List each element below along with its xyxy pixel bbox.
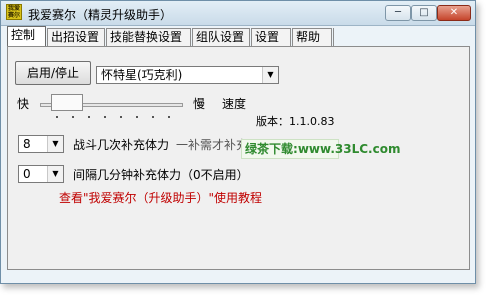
tab-control[interactable]: 控制: [7, 26, 46, 46]
slider-tick: [72, 116, 74, 118]
app-window: 我爱赛尔 我爱赛尔（精灵升级助手） ─ □ ✕ 控制 出招设置 技能替换设置 组…: [0, 0, 476, 284]
pet-select-value: 怀特星(巧克利): [101, 68, 183, 82]
slider-tick: [152, 116, 154, 118]
version-label: 版本：1.1.0.83: [256, 115, 335, 128]
slider-tick: [56, 116, 58, 118]
interval-refill-label: 间隔几分钟补充体力（0不启用）: [73, 168, 249, 182]
app-icon: 我爱赛尔: [6, 4, 22, 20]
tab-team-settings[interactable]: 组队设置: [192, 28, 250, 46]
tab-move-settings[interactable]: 出招设置: [47, 28, 105, 46]
minimize-button[interactable]: ─: [385, 5, 411, 21]
tab-settings[interactable]: 设置: [251, 28, 291, 46]
watermark-prefix: 绿茶下载: [245, 142, 294, 156]
tab-strip-end: [333, 28, 336, 46]
battle-refill-overlap-text: 一补需才补充: [176, 138, 249, 152]
battle-refill-select[interactable]: 8 ▼: [18, 135, 64, 153]
maximize-button[interactable]: □: [411, 5, 437, 21]
title-bar[interactable]: 我爱赛尔 我爱赛尔（精灵升级助手） ─ □ ✕: [1, 1, 475, 26]
watermark: 绿茶下载:www.33LC.com: [241, 139, 400, 159]
tab-skill-replace-settings[interactable]: 技能替换设置: [106, 28, 191, 46]
tutorial-link[interactable]: 查看"我爱赛尔（升级助手）"使用教程: [59, 189, 262, 206]
chevron-down-icon[interactable]: ▼: [47, 166, 63, 182]
speed-slow-label: 慢: [193, 97, 206, 111]
slider-tick: [168, 116, 170, 118]
interval-refill-value: 0: [23, 167, 31, 181]
tab-help[interactable]: 帮助: [292, 28, 332, 46]
battle-refill-label: 战斗几次补充体力: [73, 138, 170, 152]
speed-fast-label: 快: [17, 97, 30, 111]
battle-refill-value: 8: [23, 137, 31, 151]
close-button[interactable]: ✕: [437, 5, 471, 21]
pet-select[interactable]: 怀特星(巧克利) ▼: [96, 66, 279, 84]
slider-tick: [120, 116, 122, 118]
slider-tick: [136, 116, 138, 118]
slider-tick: [88, 116, 90, 118]
window-title: 我爱赛尔（精灵升级助手）: [28, 8, 173, 22]
chevron-down-icon[interactable]: ▼: [262, 67, 278, 83]
watermark-url: www.33LC.com: [297, 142, 401, 156]
interval-refill-select[interactable]: 0 ▼: [18, 165, 64, 183]
chevron-down-icon[interactable]: ▼: [47, 136, 63, 152]
speed-slider-thumb[interactable]: [51, 94, 84, 111]
slider-tick: [104, 116, 106, 118]
control-panel: 启用/停止 怀特星(巧克利) ▼ 快 慢 速度 版本：1.1.0.83 8 ▼ …: [7, 46, 470, 270]
start-stop-button[interactable]: 启用/停止: [15, 61, 91, 85]
speed-label: 速度: [222, 97, 247, 111]
